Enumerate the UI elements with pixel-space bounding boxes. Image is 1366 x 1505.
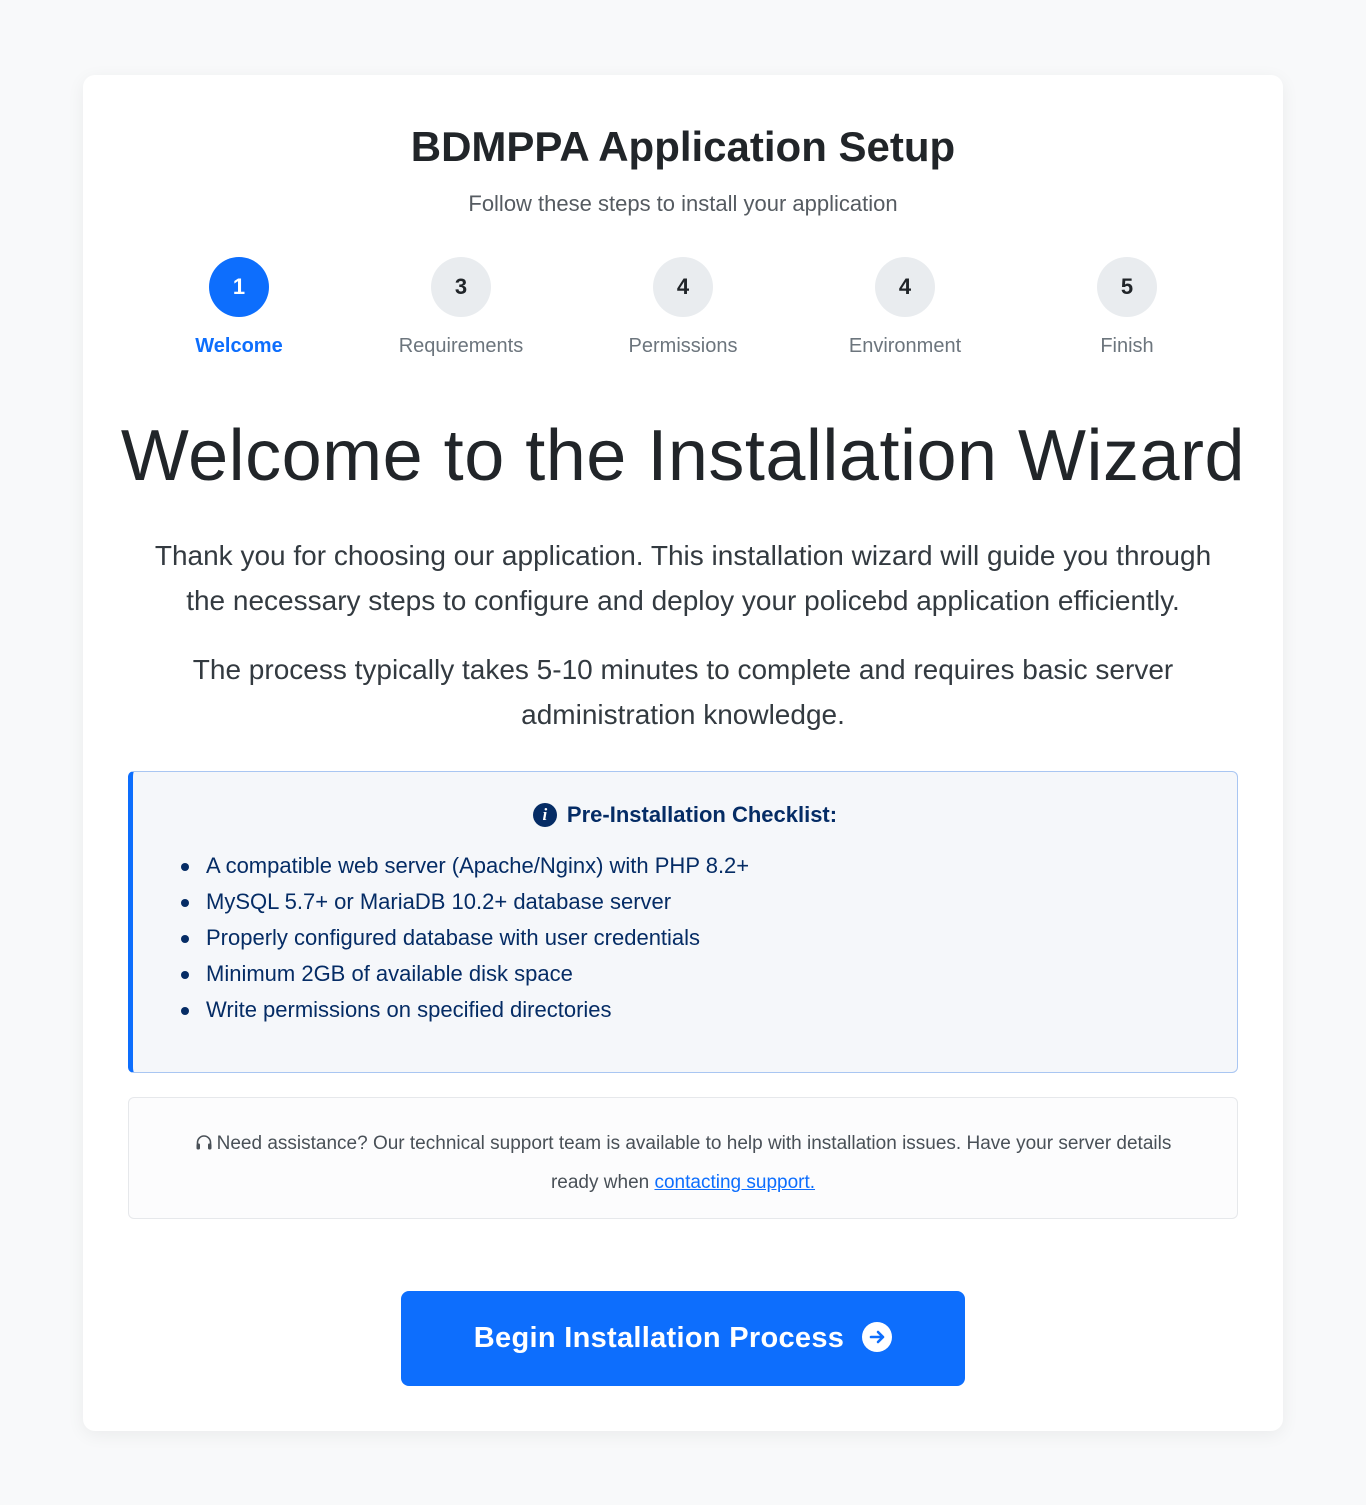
wizard-heading: Welcome to the Installation Wizard [120, 416, 1246, 496]
checklist-item: A compatible web server (Apache/Nginx) w… [181, 848, 749, 884]
info-circle-icon: i [532, 803, 557, 827]
step-label: Finish [1100, 335, 1154, 357]
step-label: Permissions [628, 335, 738, 357]
step-permissions[interactable]: 4 Permissions [572, 257, 794, 358]
begin-installation-button[interactable]: Begin Installation Process [401, 1291, 965, 1386]
checklist-list: A compatible web server (Apache/Nginx) w… [181, 848, 749, 1028]
pre-install-checklist: i Pre-Installation Checklist: A compatibl… [128, 771, 1238, 1073]
contact-support-link[interactable]: contacting support. [654, 1172, 815, 1193]
checklist-item: Write permissions on specified directori… [181, 992, 749, 1028]
step-welcome[interactable]: 1 Welcome [128, 257, 350, 358]
page-subtitle: Follow these steps to install your appli… [468, 191, 898, 216]
step-number: 5 [1097, 257, 1157, 317]
intro-paragraph: Thank you for choosing our application. … [154, 540, 1212, 616]
step-number: 4 [875, 257, 935, 317]
step-number: 4 [653, 257, 713, 317]
headset-icon [195, 1129, 213, 1165]
stepper: 1 Welcome 3 Requirements 4 Permissions 4… [128, 257, 1238, 367]
step-label: Welcome [195, 335, 283, 357]
checklist-item: Minimum 2GB of available disk space [181, 956, 749, 992]
checklist-title-row: i Pre-Installation Checklist: [133, 802, 1237, 828]
step-label: Requirements [398, 335, 524, 357]
step-requirements[interactable]: 3 Requirements [350, 257, 572, 358]
checklist-title: Pre-Installation Checklist: [566, 802, 838, 827]
checklist-item: MySQL 5.7+ or MariaDB 10.2+ database ser… [181, 884, 749, 920]
setup-card: BDMPPA Application Setup Follow these st… [83, 75, 1283, 1431]
support-notice: Need assistance? Our technical support t… [128, 1097, 1238, 1219]
arrow-right-circle-icon [862, 1322, 893, 1352]
begin-installation-label: Begin Installation Process [473, 1322, 845, 1354]
intro-paragraph-secondary: The process typically takes 5-10 minutes… [192, 654, 1174, 730]
page-title: BDMPPA Application Setup [410, 123, 956, 170]
checklist-item: Properly configured database with user c… [181, 920, 749, 956]
step-label: Environment [848, 335, 962, 357]
step-finish[interactable]: 5 Finish [1016, 257, 1238, 358]
step-environment[interactable]: 4 Environment [794, 257, 1016, 358]
step-number: 3 [431, 257, 491, 317]
step-number: 1 [209, 257, 269, 317]
